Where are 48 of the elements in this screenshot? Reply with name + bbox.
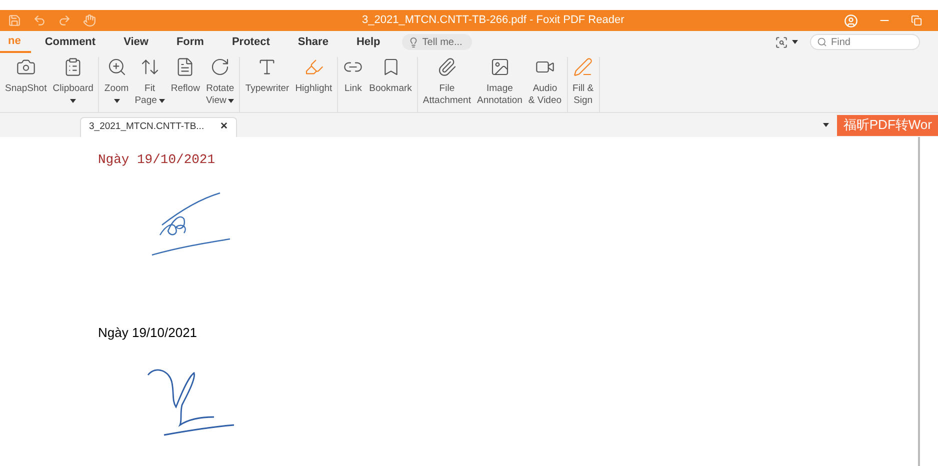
menu-tab[interactable]: Form xyxy=(162,31,218,53)
caret-icon xyxy=(792,40,798,44)
ribbon-button[interactable]: SnapShot xyxy=(3,57,49,113)
date-text: Ngày 19/10/2021 xyxy=(98,152,216,167)
user-icon[interactable] xyxy=(844,14,858,28)
ribbon-button[interactable]: Rotate View xyxy=(204,57,236,113)
window-title: 3_2021_MTCN.CNTT-TB-266.pdf - Foxit PDF Reader xyxy=(362,13,624,28)
menu-tab[interactable]: Share xyxy=(284,31,342,53)
save-icon[interactable] xyxy=(8,14,21,27)
ribbon-button[interactable]: Fill & Sign xyxy=(570,57,596,113)
ribbon-button[interactable]: Audio & Video xyxy=(526,57,564,113)
find-field[interactable]: Find xyxy=(810,34,920,50)
date-text: Ngày 19/10/2021 xyxy=(98,325,198,340)
close-tab-button[interactable]: ✕ xyxy=(220,120,228,135)
image-icon xyxy=(490,57,510,77)
menu-tab[interactable]: Protect xyxy=(218,31,284,53)
ribbon-button[interactable]: Image Annotation xyxy=(474,57,524,113)
caret-icon xyxy=(114,99,120,103)
restore-icon[interactable] xyxy=(911,15,922,26)
tell-me-field[interactable]: Tell me... xyxy=(402,34,472,50)
ribbon-button[interactable]: Highlight xyxy=(293,57,334,113)
redo-icon[interactable] xyxy=(58,14,71,27)
zoom-in-icon xyxy=(106,57,127,77)
highlighter-icon xyxy=(304,57,324,77)
menu-tab[interactable]: View xyxy=(110,31,162,53)
search-options-icon[interactable] xyxy=(775,36,788,48)
menu-tab[interactable]: Help xyxy=(342,31,394,53)
caret-icon xyxy=(70,99,76,103)
undo-icon[interactable] xyxy=(33,14,46,27)
ribbon-button[interactable]: Zoom xyxy=(102,57,131,113)
ribbon-button[interactable]: Bookmark xyxy=(367,57,414,113)
rotate-icon xyxy=(210,57,230,77)
ribbon-button[interactable]: Clipboard xyxy=(50,57,96,113)
ribbon-button[interactable]: Fit Page xyxy=(132,57,167,113)
ribbon-button[interactable]: Link xyxy=(341,57,366,113)
pen-icon xyxy=(573,57,594,77)
tab-list-caret-icon xyxy=(823,123,830,127)
paperclip-icon xyxy=(436,57,457,77)
menu-tab[interactable]: Comment xyxy=(30,31,110,53)
document-tab[interactable]: 3_2021_MTCN.CNTT-TB... ✕ xyxy=(80,117,238,137)
ribbon-button[interactable]: Reflow xyxy=(168,57,202,113)
ribbon-button[interactable]: File Attachment xyxy=(420,57,473,113)
ribbon-button[interactable]: Typewriter xyxy=(243,57,292,113)
snapshot-icon xyxy=(16,57,36,77)
caret-icon xyxy=(228,99,234,103)
hand-icon[interactable] xyxy=(83,14,96,27)
tab-title: 3_2021_MTCN.CNTT-TB... xyxy=(89,120,204,134)
caret-icon xyxy=(158,99,165,103)
